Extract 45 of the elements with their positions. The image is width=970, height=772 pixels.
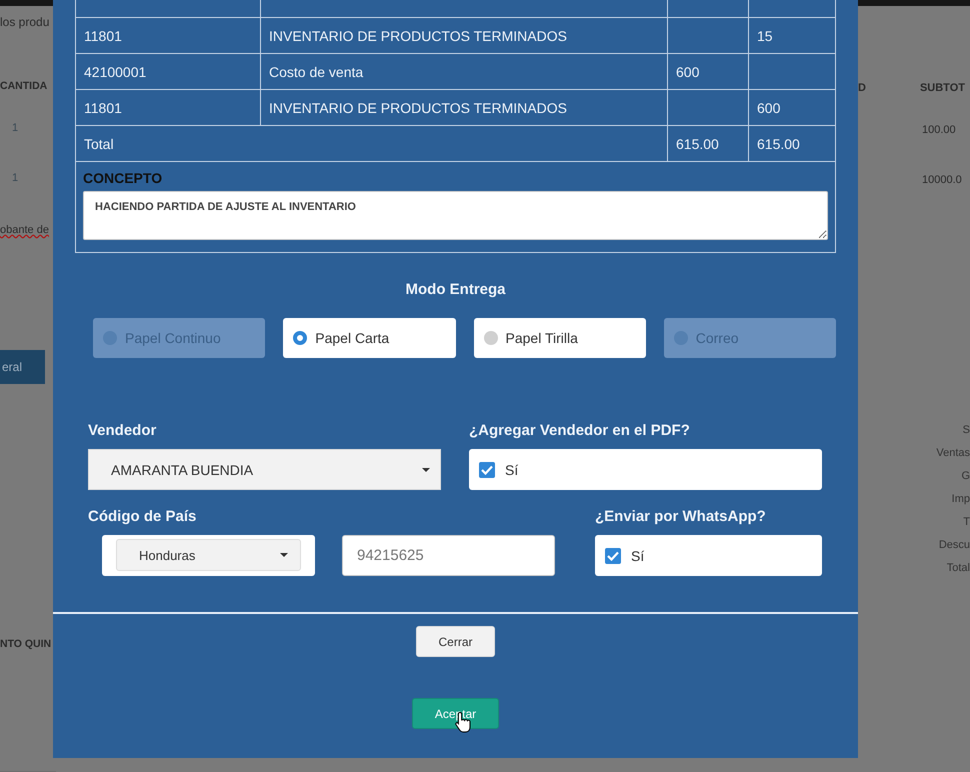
table-cell: 615.00 xyxy=(757,136,800,152)
table-cell: 15 xyxy=(757,28,773,44)
table-cell: 11801 xyxy=(84,28,122,44)
table-cell: 600 xyxy=(757,100,780,116)
field-label: CONCEPTO xyxy=(83,170,164,186)
field-label: ¿Agregar Vendedor en el PDF? xyxy=(469,422,691,439)
table-cell-text: 100.00 xyxy=(922,124,957,136)
section-title: Modo Entrega xyxy=(404,281,506,298)
summary-label: Ventas xyxy=(936,447,970,459)
table-cell: 11801 xyxy=(84,100,122,116)
table-cell: INVENTARIO DE PRODUCTOS TERMINADOS xyxy=(269,100,567,116)
column-header: CANTIDA xyxy=(0,80,48,92)
close-button[interactable]: Cerrar xyxy=(416,626,495,657)
note-text: obante de xyxy=(0,224,49,236)
checkbox-label: Sí xyxy=(631,548,644,564)
country-select[interactable]: Honduras xyxy=(116,539,301,571)
concept-field[interactable]: HACIENDO PARTIDA DE AJUSTE AL INVENTARIO xyxy=(83,191,828,240)
total-label: Total xyxy=(84,136,114,152)
field-label: ¿Enviar por WhatsApp? xyxy=(595,508,767,525)
summary-label: S xyxy=(962,424,970,436)
page-heading: los produ xyxy=(0,15,50,29)
table-cell: 1 xyxy=(12,172,18,184)
tab-button[interactable]: eral xyxy=(0,350,45,384)
table-cell: Costo de venta xyxy=(269,64,364,80)
column-header: D xyxy=(858,82,866,94)
phone-field[interactable]: 94215625 xyxy=(342,535,555,576)
summary-label: Total xyxy=(946,562,970,574)
summary-label: T xyxy=(963,516,970,528)
field-label: Vendedor xyxy=(88,422,158,439)
table-cell-text: 10000.0 xyxy=(922,174,963,186)
field-label: Código de País xyxy=(88,508,198,525)
table-cell: INVENTARIO DE PRODUCTOS TERMINADOS xyxy=(269,28,567,44)
footer-text: NTO QUIN xyxy=(0,638,52,650)
radio-option[interactable]: Papel Carta xyxy=(283,318,456,358)
summary-label: Imp xyxy=(952,493,970,505)
table-cell: 1 xyxy=(12,122,18,134)
radio-option[interactable]: Papel Tirilla xyxy=(474,318,646,358)
summary-label: Descu xyxy=(938,539,970,551)
seller-select[interactable]: AMARANTA BUENDIA xyxy=(88,449,441,490)
table-cell: 42100001 xyxy=(84,64,146,80)
column-header: SUBTOT xyxy=(920,82,965,94)
table-cell: 615.00 xyxy=(676,136,719,152)
summary-label: G xyxy=(961,470,970,482)
table-cell: 600 xyxy=(676,64,700,80)
checkbox-label: Sí xyxy=(505,462,518,478)
